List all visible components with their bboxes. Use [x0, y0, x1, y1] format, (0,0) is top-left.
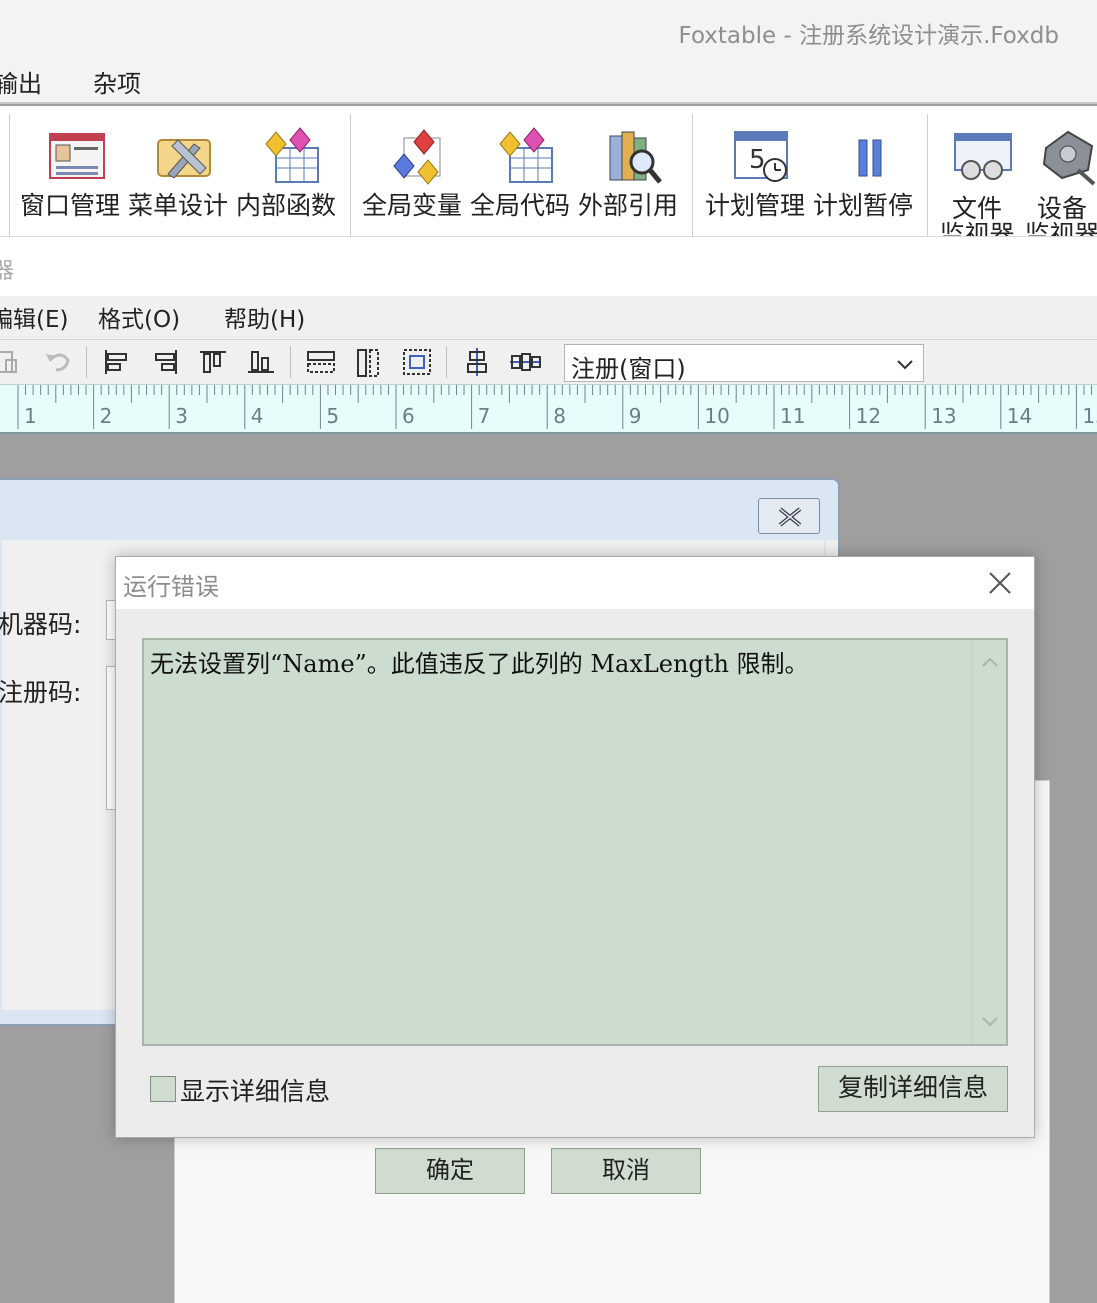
ruler-number: 10 — [704, 404, 730, 428]
scroll-up-icon[interactable] — [973, 646, 1007, 676]
menu-edit[interactable]: 编辑(E) — [0, 300, 68, 334]
ribbon-toolbar: 窗口管理 菜单设计 内部函数 全局变量 全局代码 外部引用 5 计划管理 计划暂… — [0, 106, 1097, 248]
ruler-number: 15 — [1082, 404, 1097, 428]
app-title: Foxtable - 注册系统设计演示.Foxdb — [678, 23, 1059, 49]
ruler-number: 2 — [99, 404, 113, 428]
same-height-icon[interactable] — [352, 346, 386, 378]
paste-icon[interactable] — [0, 346, 28, 378]
toolbar-separator — [290, 346, 291, 378]
ok-button[interactable]: 确定 — [375, 1148, 525, 1194]
center-horizontal-icon[interactable] — [508, 346, 542, 378]
designer-toolbar: 注册(窗口) — [0, 340, 1097, 384]
cancel-button[interactable]: 取消 — [551, 1148, 701, 1194]
file-monitor-icon — [954, 133, 1012, 180]
internal-function-button[interactable]: 内部函数 — [234, 118, 338, 233]
register-code-label: 注册码: — [0, 678, 82, 707]
device-monitor-icon — [1042, 130, 1096, 186]
align-bottom-icon[interactable] — [244, 346, 278, 378]
runtime-error-dialog: 运行错误 无法设置列“Name”。此值违反了此列的 MaxLength 限制。 … — [115, 556, 1035, 1138]
menu-misc[interactable]: 杂项 — [93, 64, 141, 99]
ribbon-button-label: 全局代码 — [469, 191, 570, 220]
toolbar-separator — [86, 346, 87, 378]
dialog-caption: 运行错误 — [116, 557, 1034, 609]
ruler-number: 8 — [553, 404, 566, 428]
design-form-close-button[interactable] — [758, 498, 820, 534]
schedule-pause-button[interactable]: 计划暂停 — [811, 118, 915, 233]
align-right-icon[interactable] — [148, 346, 182, 378]
control-select-value: 注册(窗口) — [571, 355, 686, 383]
ribbon-button-label: 计划暂停 — [812, 191, 913, 220]
ribbon-button-label: 内部函数 — [235, 191, 336, 220]
schedule-manager-button[interactable]: 5 计划管理 — [703, 118, 807, 233]
ruler-number: 12 — [855, 404, 882, 428]
dialog-close-button[interactable] — [986, 569, 1014, 597]
window-manager-icon — [49, 133, 105, 179]
ribbon-button-label: 全局变量 — [361, 191, 462, 220]
global-variable-button[interactable]: 全局变量 — [360, 118, 464, 233]
toolbar-separator — [446, 346, 447, 378]
control-select-dropdown[interactable]: 注册(窗口) — [564, 344, 924, 383]
menu-help[interactable]: 帮助(H) — [224, 300, 305, 334]
internal-function-icon — [265, 127, 319, 183]
global-code-icon — [499, 127, 553, 183]
ruler-number: 6 — [402, 404, 415, 428]
app-title-bar: Foxtable - 注册系统设计演示.Foxdb — [0, 0, 1097, 62]
designer-title-bar: 器 — [0, 236, 1097, 296]
align-top-icon[interactable] — [196, 346, 230, 378]
menu-format[interactable]: 格式(O) — [98, 300, 180, 334]
ribbon-button-label: 外部引用 — [577, 191, 678, 220]
main-menu-bar: 输出 杂项 — [0, 62, 1097, 104]
message-scrollbar[interactable] — [972, 640, 1006, 1044]
ribbon-button-label: 计划管理 — [704, 191, 805, 220]
chevron-down-icon — [897, 360, 913, 370]
ruler-number: 14 — [1006, 404, 1033, 428]
show-details-label[interactable]: 显示详细信息 — [180, 1072, 330, 1108]
align-left-icon[interactable] — [100, 346, 134, 378]
same-width-icon[interactable] — [304, 346, 338, 378]
designer-title: 器 — [0, 259, 15, 284]
ruler-number: 7 — [477, 404, 491, 428]
same-size-icon[interactable] — [400, 346, 434, 378]
machine-code-label: 机器码: — [0, 610, 82, 639]
copy-details-button[interactable]: 复制详细信息 — [818, 1066, 1008, 1112]
error-message: 无法设置列“Name”。此值违反了此列的 MaxLength 限制。 — [150, 650, 809, 678]
design-form-caption — [0, 480, 838, 540]
ruler-number: 1 — [24, 404, 37, 428]
menu-output[interactable]: 输出 — [0, 64, 42, 99]
external-reference-icon — [609, 131, 662, 184]
error-message-box[interactable]: 无法设置列“Name”。此值违反了此列的 MaxLength 限制。 — [142, 638, 1008, 1046]
ruler-number: 3 — [175, 404, 188, 428]
ribbon-button-label: 菜单设计 — [127, 191, 228, 220]
center-vertical-icon[interactable] — [460, 346, 494, 378]
ribbon-separator — [350, 114, 351, 240]
ruler-number: 5 — [326, 404, 340, 428]
ribbon-button-label: 窗口管理 — [19, 191, 120, 220]
global-code-button[interactable]: 全局代码 — [468, 118, 572, 233]
scroll-down-icon[interactable] — [973, 1008, 1007, 1038]
undo-icon[interactable] — [42, 346, 76, 378]
ruler-number: 13 — [931, 404, 957, 428]
ruler-number: 4 — [250, 404, 264, 428]
menu-design-icon — [157, 139, 211, 179]
ruler-number: 9 — [628, 404, 642, 428]
schedule-manager-icon: 5 — [734, 131, 788, 182]
designer-menu-bar: 编辑(E) 格式(O) 帮助(H) — [0, 296, 1097, 340]
menu-design-button[interactable]: 菜单设计 — [126, 118, 230, 233]
global-variable-icon — [393, 129, 441, 185]
close-icon — [778, 507, 802, 527]
ribbon-separator — [692, 114, 693, 240]
window-manager-button[interactable]: 窗口管理 — [18, 118, 122, 233]
ribbon-separator — [9, 114, 10, 240]
show-details-checkbox[interactable] — [150, 1076, 176, 1102]
horizontal-ruler: 123456789101112131415 — [0, 384, 1097, 434]
dialog-title: 运行错误 — [123, 573, 219, 601]
device-monitor-button[interactable]: 设备 监视器 — [1010, 118, 1097, 248]
external-reference-button[interactable]: 外部引用 — [576, 118, 680, 233]
pause-icon — [858, 139, 882, 177]
ruler-number: 11 — [780, 404, 806, 428]
